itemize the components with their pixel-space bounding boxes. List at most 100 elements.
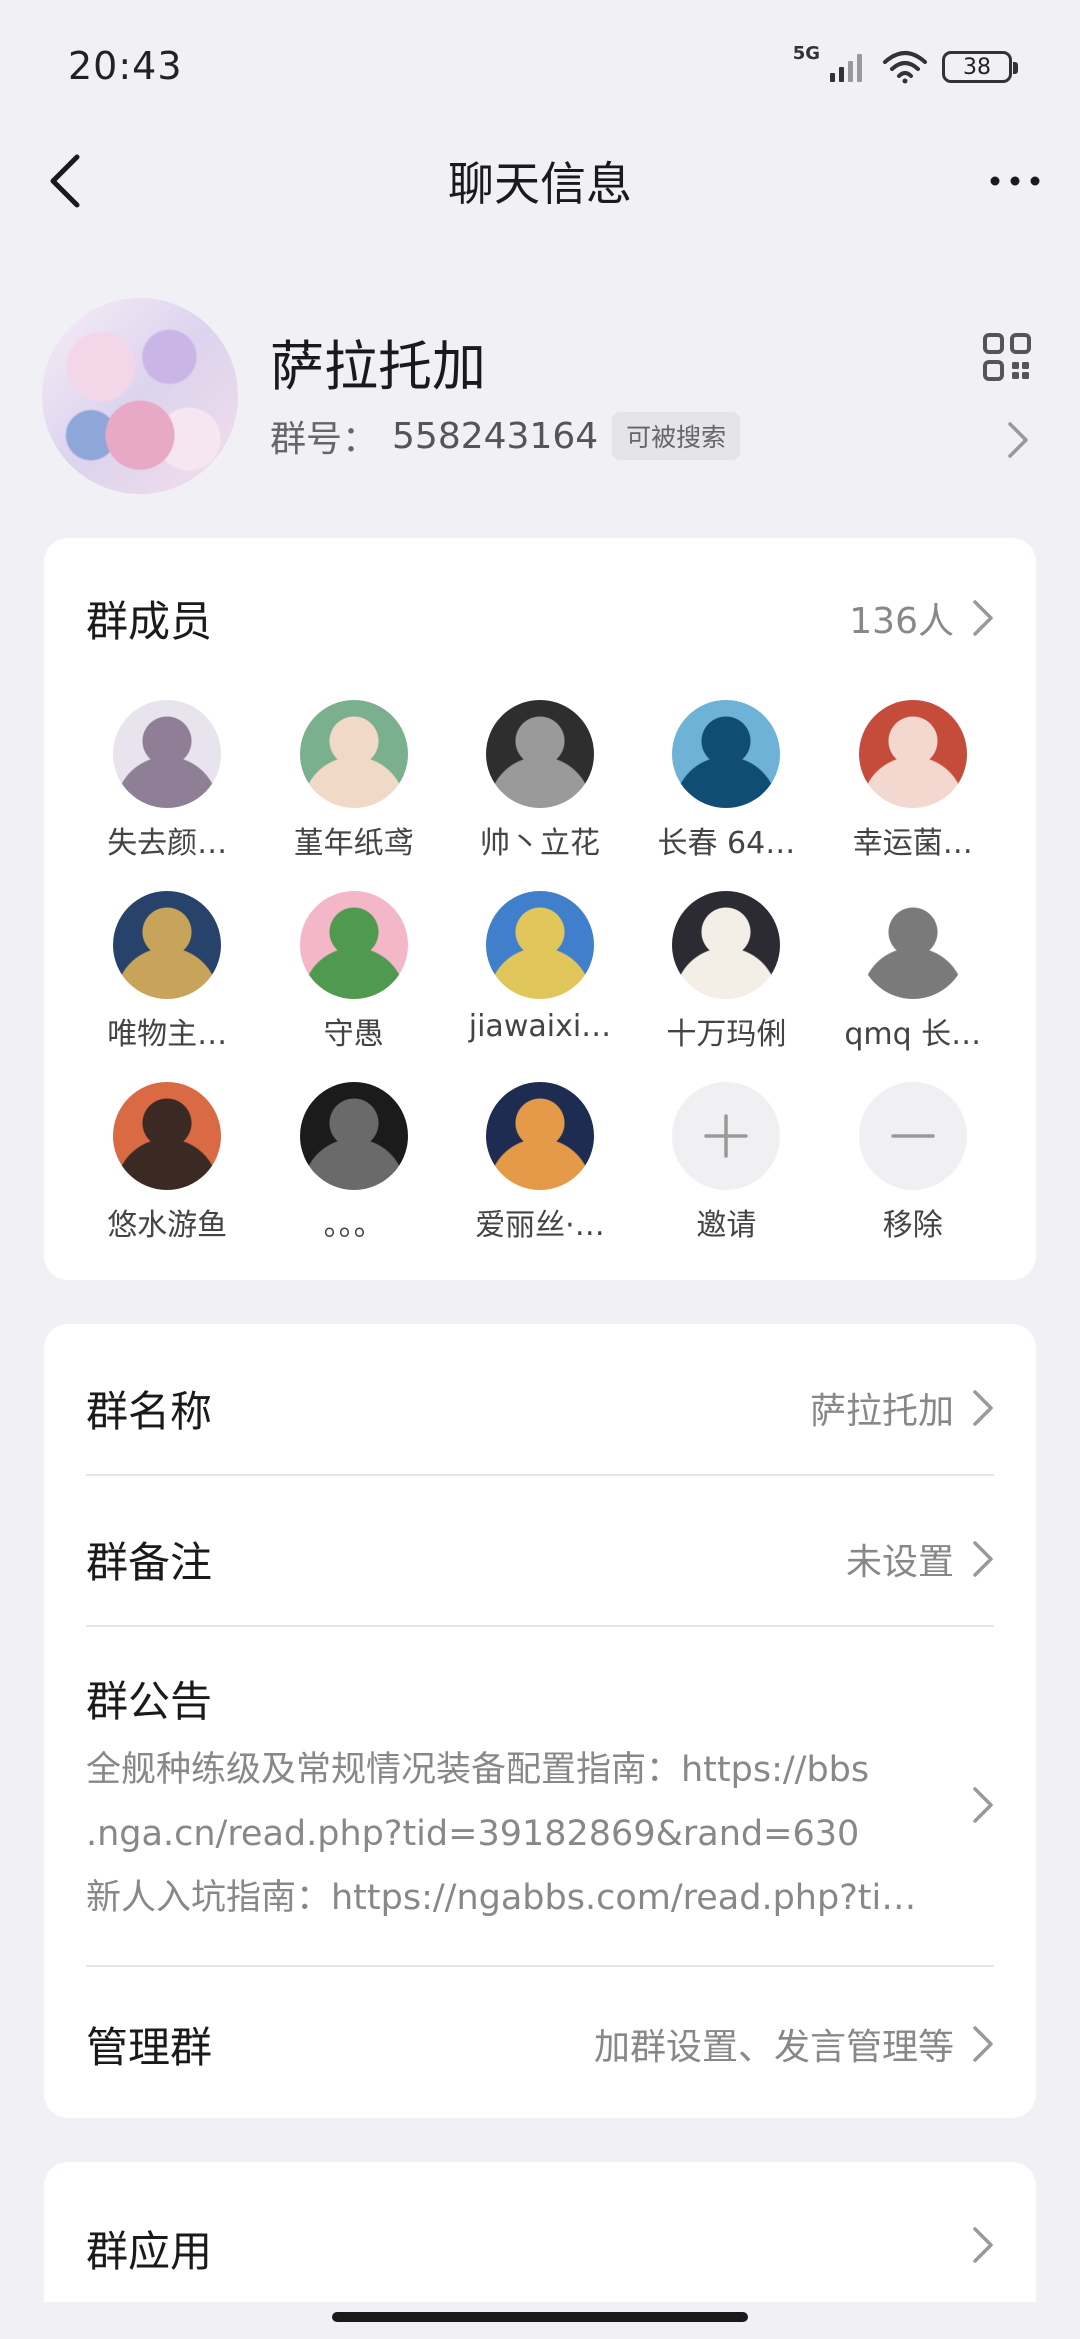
remove-member-button[interactable]: 移除	[820, 1082, 1006, 1273]
member-avatar	[672, 891, 781, 999]
group-name-label: 群名称	[86, 1387, 213, 1436]
manage-group-value: 加群设置、发言管理等	[593, 2027, 954, 2068]
member-avatar	[299, 891, 408, 999]
group-remark-row[interactable]: 群备注 未设置	[86, 1529, 994, 1589]
member-item[interactable]: jiawaixi…	[447, 891, 633, 1082]
member-name: jiawaixi…	[468, 1009, 612, 1044]
more-icon	[990, 176, 1040, 186]
notice-line-2: .nga.cn/read.php?tid=39182869&rand=630	[86, 1814, 860, 1854]
chevron-right-icon	[973, 600, 993, 636]
member-item[interactable]: qmq 长…	[820, 891, 1006, 1082]
chevron-right-icon	[973, 1787, 993, 1823]
chevron-right-icon	[973, 2227, 993, 2263]
members-header[interactable]: 群成员 136人	[86, 588, 994, 648]
chevron-right-icon	[973, 2026, 993, 2062]
searchable-badge: 可被搜索	[612, 412, 741, 460]
member-item[interactable]: 十万玛俐	[633, 891, 819, 1082]
members-count: 136人	[849, 601, 954, 642]
member-avatar	[485, 891, 594, 999]
group-apps-row[interactable]: 群应用	[86, 2218, 994, 2278]
plus-icon	[704, 1114, 749, 1158]
member-avatar	[485, 700, 594, 808]
members-count-link[interactable]: 136人	[849, 592, 994, 644]
member-item[interactable]: 失去颜…	[74, 700, 260, 891]
signal-icon	[830, 54, 862, 82]
group-remark-value: 未设置	[845, 1542, 954, 1583]
remove-label: 移除	[882, 1208, 943, 1243]
status-icons: 5G 38	[793, 43, 1018, 84]
group-apps-label: 群应用	[86, 2227, 213, 2276]
chat-info-screen: 20:43 5G 38 聊天信息 萨拉托加 群号： 558243164 可被搜索…	[0, 0, 1080, 2339]
minus-icon	[891, 1134, 935, 1138]
member-item[interactable]: 堇年纸鸢	[260, 700, 446, 891]
group-id-label: 群号：	[270, 419, 379, 460]
member-avatar	[485, 1082, 594, 1190]
group-notice-row[interactable]: 群公告 全舰种练级及常规情况装备配置指南：https://bbs .nga.cn…	[86, 1668, 994, 1968]
member-avatar	[113, 891, 222, 999]
wifi-icon	[883, 51, 927, 84]
member-name: 唯物主…	[107, 1017, 228, 1052]
battery-icon: 38	[942, 51, 1018, 83]
group-avatar[interactable]	[42, 298, 238, 494]
member-name: 十万玛俐	[666, 1017, 787, 1052]
member-name: 帅丶立花	[479, 826, 600, 861]
member-name: 失去颜…	[107, 826, 228, 861]
manage-group-right: 加群设置、发言管理等	[594, 2018, 994, 2070]
divider	[86, 1474, 994, 1476]
qr-code-icon[interactable]	[982, 332, 1032, 382]
settings-card: 群名称 萨拉托加 群备注 未设置 群公告 全舰种练级及常规情况装备配置指南：ht…	[44, 1324, 1036, 2118]
member-item[interactable]: 长春 64…	[633, 700, 819, 891]
member-item[interactable]: 守愚	[260, 891, 446, 1082]
manage-group-row[interactable]: 管理群 加群设置、发言管理等	[86, 2014, 994, 2074]
nav-bar: 聊天信息	[0, 140, 1080, 220]
group-name-right: 萨拉托加	[810, 1382, 994, 1434]
member-avatar	[113, 1082, 222, 1190]
manage-group-label: 管理群	[86, 2023, 213, 2072]
member-name: 爱丽丝·…	[475, 1208, 605, 1243]
member-name: 。。。	[323, 1208, 384, 1243]
member-item[interactable]: 爱丽丝·…	[447, 1082, 633, 1273]
group-name: 萨拉托加	[270, 335, 486, 398]
invite-circle	[672, 1082, 781, 1190]
group-notice-text: 全舰种练级及常规情况装备配置指南：https://bbs .nga.cn/rea…	[86, 1738, 936, 1930]
member-item[interactable]: 。。。	[260, 1082, 446, 1273]
status-bar: 20:43 5G 38	[0, 0, 1080, 140]
home-indicator[interactable]	[332, 2312, 748, 2322]
member-avatar	[113, 700, 222, 808]
member-avatar	[858, 891, 967, 999]
member-grid: 失去颜… 堇年纸鸢 帅丶立花 长春 64… 幸运菌… 唯物主… 守愚 jiawaixi… 十万玛…	[74, 700, 1006, 1273]
group-apps-card: 群应用	[44, 2162, 1036, 2302]
member-item[interactable]: 悠水游鱼	[74, 1082, 260, 1273]
member-avatar	[672, 700, 781, 808]
divider	[86, 1625, 994, 1627]
group-name-row[interactable]: 群名称 萨拉托加	[86, 1378, 994, 1438]
battery-level: 38	[963, 54, 991, 80]
chevron-right-icon	[973, 1541, 993, 1577]
member-avatar	[299, 1082, 408, 1190]
members-card: 群成员 136人 失去颜… 堇年纸鸢 帅丶立花 长春 64… 幸运菌… 唯物主… 守愚 jia…	[44, 538, 1036, 1280]
group-remark-label: 群备注	[86, 1538, 213, 1587]
member-avatar	[858, 700, 967, 808]
notice-line-1: 全舰种练级及常规情况装备配置指南：https://bbs	[86, 1750, 870, 1790]
member-item[interactable]: 幸运菌…	[820, 700, 1006, 891]
group-notice-label: 群公告	[86, 1677, 213, 1726]
member-item[interactable]: 唯物主…	[74, 891, 260, 1082]
invite-member-button[interactable]: 邀请	[633, 1082, 819, 1273]
divider	[86, 1965, 994, 1967]
status-time: 20:43	[68, 44, 183, 88]
group-id-value: 558243164	[392, 415, 599, 457]
members-title: 群成员	[86, 596, 213, 646]
more-button[interactable]	[980, 146, 1050, 216]
member-name: 堇年纸鸢	[293, 826, 414, 861]
member-item[interactable]: 帅丶立花	[447, 700, 633, 891]
notice-line-3: 新人入坑指南：https://ngabbs.com/read.php?ti…	[86, 1878, 917, 1918]
group-remark-right: 未设置	[846, 1533, 994, 1585]
chevron-right-icon	[1008, 422, 1028, 458]
chevron-right-icon	[973, 1390, 993, 1426]
member-name: 长春 64…	[657, 826, 796, 861]
group-profile-header[interactable]: 萨拉托加 群号： 558243164 可被搜索	[0, 290, 1080, 500]
member-name: 幸运菌…	[852, 826, 973, 861]
member-avatar	[299, 700, 408, 808]
remove-circle	[858, 1082, 967, 1190]
member-name: qmq 长…	[844, 1017, 982, 1052]
